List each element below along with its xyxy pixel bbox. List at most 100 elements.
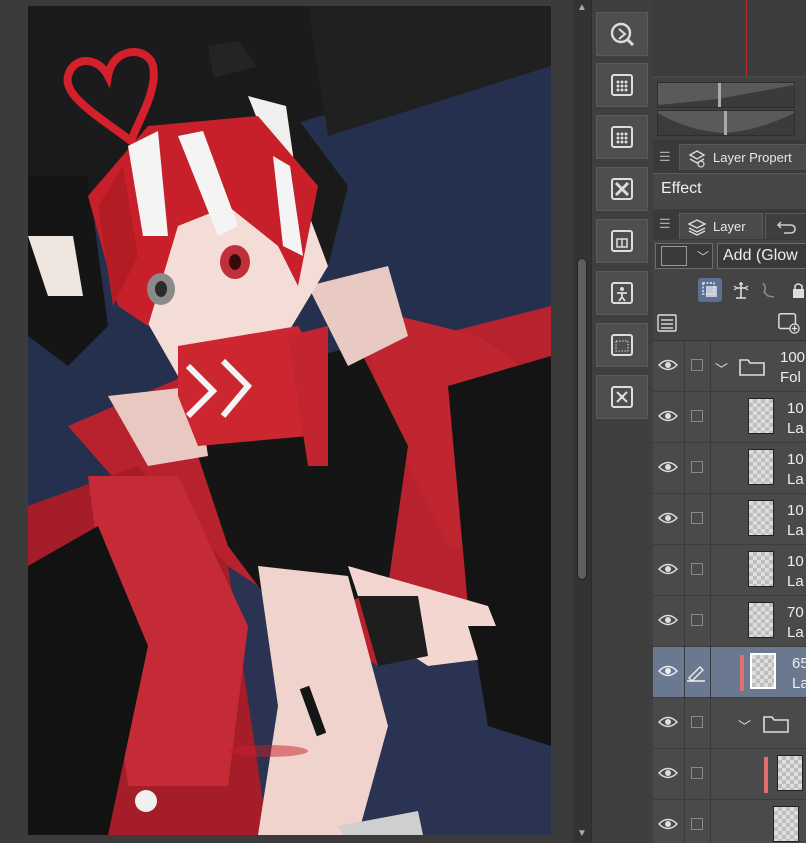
divider	[710, 749, 711, 800]
curve-handle-1[interactable]	[718, 83, 721, 107]
menu-icon[interactable]: ☰	[659, 149, 671, 165]
layer-row[interactable]: 70 La	[653, 596, 806, 647]
layer-name: La	[792, 675, 806, 692]
layer-row[interactable]: 10 La	[653, 392, 806, 443]
curve-handle-2[interactable]	[724, 111, 727, 135]
layer-select-checkbox[interactable]	[691, 461, 703, 473]
artwork-svg	[28, 6, 551, 835]
eye-icon[interactable]	[657, 613, 679, 627]
layer-row-selected[interactable]: 65 La	[653, 647, 806, 698]
eye-icon[interactable]	[657, 715, 679, 729]
divider	[684, 800, 685, 843]
divider	[684, 698, 685, 749]
layer-opacity: 65	[792, 655, 806, 672]
scroll-down-icon[interactable]: ▼	[576, 828, 588, 840]
eye-icon[interactable]	[657, 511, 679, 525]
layer-row[interactable]	[653, 800, 806, 843]
curve-slider-2[interactable]	[657, 110, 795, 136]
layer-row[interactable]: 10 La	[653, 545, 806, 596]
divider	[710, 698, 711, 749]
right-panel: ☰ Layer Propert Effect ☰ Layer ﹀ Add (Gl…	[653, 0, 806, 843]
folder-icon	[763, 716, 789, 733]
divider	[710, 392, 711, 443]
blend-mode-value: Add (Glow	[723, 247, 798, 264]
zoom-icon[interactable]	[596, 12, 648, 56]
chevron-down-icon: ﹀	[697, 249, 710, 264]
layer-thumbnail	[748, 449, 774, 485]
tab-layer[interactable]: Layer	[679, 213, 763, 239]
chevron-down-icon[interactable]: ﹀	[738, 716, 751, 735]
grid-frame-icon[interactable]	[596, 63, 648, 107]
eye-icon[interactable]	[657, 562, 679, 576]
layer-list[interactable]: ﹀ 100 Fol 10 La 10 La 10 La 10 La 70 La …	[653, 341, 806, 843]
layer-select-checkbox[interactable]	[691, 767, 703, 779]
layer-select-checkbox[interactable]	[691, 512, 703, 524]
layer-select-checkbox[interactable]	[691, 716, 703, 728]
layer-thumbnail	[748, 551, 774, 587]
blend-mode-select[interactable]: Add (Glow	[717, 243, 806, 269]
layer-tools-row	[653, 274, 806, 308]
dot-frame-icon[interactable]	[596, 323, 648, 367]
draft-layer-icon[interactable]	[757, 278, 781, 302]
layer-select-checkbox[interactable]	[691, 563, 703, 575]
eye-icon[interactable]	[657, 664, 679, 678]
layer-thumbnail	[748, 602, 774, 638]
layer-opacity: 70	[787, 604, 804, 621]
scissors-frame-icon[interactable]	[596, 375, 648, 419]
layer-thumbnail	[773, 806, 799, 842]
divider	[710, 494, 711, 545]
artwork-illustration[interactable]	[28, 6, 551, 835]
divider	[710, 800, 711, 843]
divider	[710, 545, 711, 596]
layer-select-checkbox[interactable]	[691, 410, 703, 422]
layer-name: La	[787, 573, 804, 590]
curve-slider-1[interactable]	[657, 82, 795, 108]
layer-thumbnail	[777, 755, 803, 791]
eye-icon[interactable]	[657, 460, 679, 474]
close-frame-icon[interactable]	[596, 167, 648, 211]
divider	[684, 341, 685, 392]
eye-icon[interactable]	[657, 817, 679, 831]
reference-layer-icon[interactable]	[729, 278, 753, 302]
layer-tools-row-2	[653, 308, 806, 341]
canvas-vertical-scrollbar[interactable]: ▲ ▼	[573, 0, 591, 843]
layer-select-checkbox[interactable]	[691, 359, 703, 371]
expression-color-swatch	[661, 246, 687, 266]
navigator-preview[interactable]	[653, 0, 806, 76]
layer-row[interactable]	[653, 749, 806, 800]
layer-row[interactable]: 10 La	[653, 494, 806, 545]
eye-icon[interactable]	[657, 409, 679, 423]
scroll-thumb[interactable]	[577, 258, 587, 580]
layer-row-folder[interactable]: ﹀ 100 Fol	[653, 341, 806, 392]
navigator-line	[746, 0, 747, 76]
layer-properties-tab-row: ☰ Layer Propert	[653, 140, 806, 173]
layer-palette-menu-icon[interactable]	[655, 311, 679, 335]
divider	[710, 341, 711, 392]
divider	[684, 596, 685, 647]
layer-row-subfolder[interactable]: ﹀	[653, 698, 806, 749]
layer-opacity: 10	[787, 451, 804, 468]
color-combo[interactable]: ﹀	[655, 243, 713, 269]
layer-select-checkbox[interactable]	[691, 818, 703, 830]
lock-icon[interactable]	[786, 278, 806, 302]
layer-thumbnail	[748, 398, 774, 434]
panel-frame-icon[interactable]	[596, 219, 648, 263]
layer-name: Fol	[780, 369, 801, 386]
eye-icon[interactable]	[657, 766, 679, 780]
layer-select-checkbox[interactable]	[691, 614, 703, 626]
new-raster-layer-icon[interactable]	[777, 311, 801, 335]
tab-history[interactable]	[765, 213, 806, 239]
layer-row[interactable]: 10 La	[653, 443, 806, 494]
tab-layer-properties[interactable]: Layer Propert	[679, 144, 806, 170]
canvas-area[interactable]	[0, 0, 570, 843]
eye-icon[interactable]	[657, 358, 679, 372]
layer-tab-row: ☰ Layer	[653, 209, 806, 240]
layer-opacity: 10	[787, 502, 804, 519]
chevron-down-icon[interactable]: ﹀	[715, 359, 728, 378]
grid-frame-icon-2[interactable]	[596, 115, 648, 159]
scroll-up-icon[interactable]: ▲	[576, 2, 588, 14]
divider	[684, 494, 685, 545]
clip-layer-icon[interactable]	[698, 278, 722, 302]
menu-icon-2[interactable]: ☰	[659, 216, 671, 232]
figure-frame-icon[interactable]	[596, 271, 648, 315]
